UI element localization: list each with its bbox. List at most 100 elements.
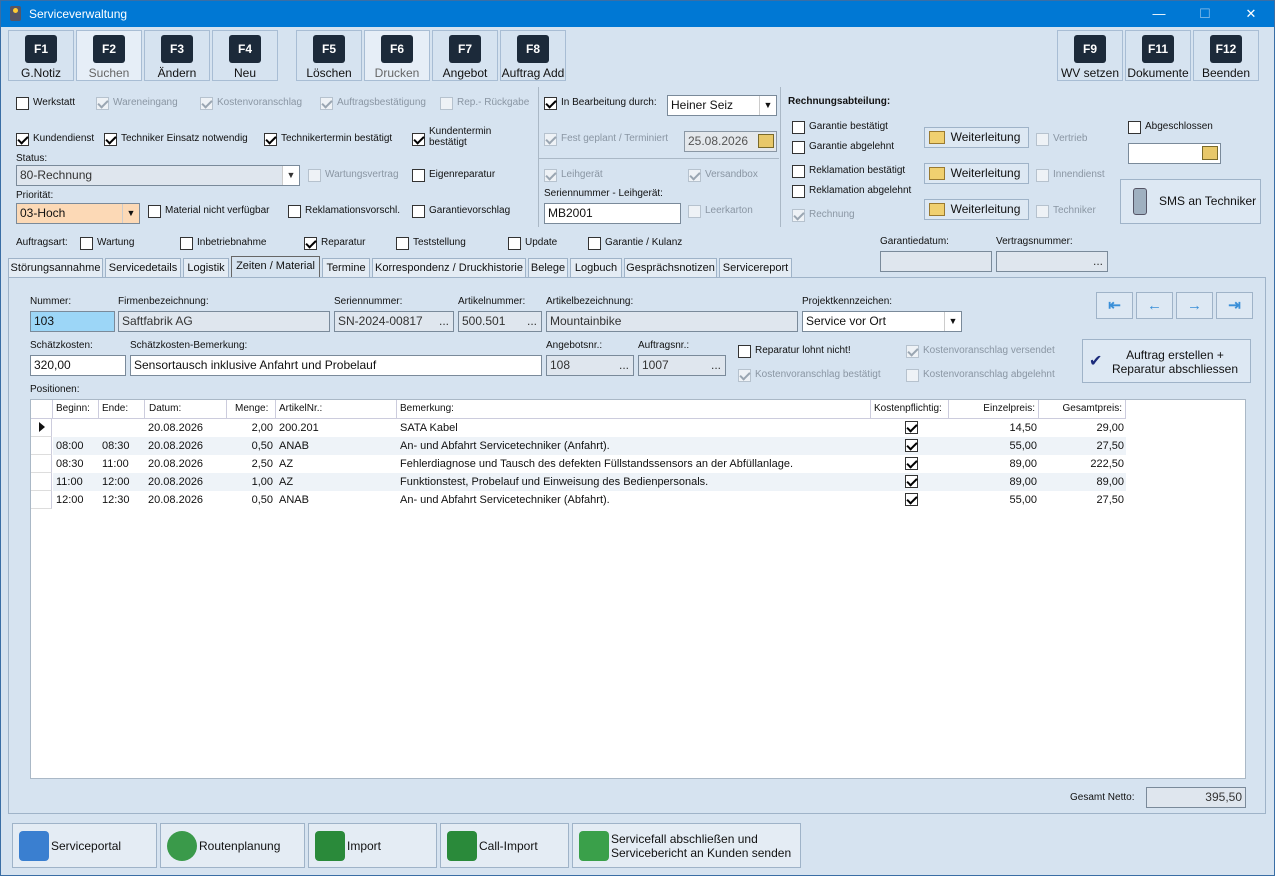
tab-logbuch[interactable]: Logbuch	[570, 258, 622, 277]
artikelnummer-field[interactable]: 500.501...	[458, 311, 542, 332]
f3-aendern-button[interactable]: F3 Ändern	[144, 30, 210, 81]
weiterleitung-vertrieb-button[interactable]: Weiterleitung	[924, 127, 1029, 148]
col-gesamtpreis[interactable]: Gesamtpreis:	[1039, 400, 1126, 419]
f1-gnotiz-button[interactable]: F1 G.Notiz	[8, 30, 74, 81]
cell-kostenpflichtig-checkbox[interactable]	[905, 439, 918, 452]
lookup-dots[interactable]: ...	[527, 312, 537, 331]
f2-suchen-button[interactable]: F2 Suchen	[76, 30, 142, 81]
wareneingang-checkbox[interactable]: Wareneingang	[96, 97, 178, 110]
leihgeraet-checkbox[interactable]: Leihgerät	[544, 169, 603, 182]
abgeschlossen-checkbox[interactable]: Abgeschlossen	[1128, 121, 1213, 134]
cell-datum[interactable]: 20.08.2026	[148, 455, 203, 473]
projektkennzeichen-select[interactable]: Service vor Ort ▼	[802, 311, 962, 332]
row-indicator[interactable]	[31, 419, 52, 437]
cell-kostenpflichtig-checkbox[interactable]	[905, 457, 918, 470]
seriennummer-leihgeraet-input[interactable]: MB2001	[544, 203, 681, 224]
garantie-abgelehnt-checkbox[interactable]: Garantie abgelehnt	[792, 141, 894, 154]
cell-gesamtpreis[interactable]: 27,50	[1042, 437, 1124, 455]
schaetzkosten-bemerkung-field[interactable]: Sensortausch inklusive Anfahrt und Probe…	[130, 355, 542, 376]
cell-gesamtpreis[interactable]: 89,00	[1042, 473, 1124, 491]
routenplanung-button[interactable]: Routenplanung	[160, 823, 305, 868]
table-row[interactable]: 08:00 08:30 20.08.2026 0,50 ANAB An- und…	[53, 437, 1126, 455]
status-select[interactable]: 80-Rechnung ▼	[16, 165, 300, 186]
reparatur-checkbox[interactable]: Reparatur	[304, 237, 365, 250]
table-row[interactable]: 12:00 12:30 20.08.2026 0,50 ANAB An- und…	[53, 491, 1126, 509]
eigenreparatur-checkbox[interactable]: Eigenreparatur	[412, 169, 495, 182]
last-record-icon[interactable]: ⇥	[1216, 292, 1253, 319]
garantiedatum-field[interactable]	[880, 251, 992, 272]
f5-loeschen-button[interactable]: F5 Löschen	[296, 30, 362, 81]
techniker-einsatz-checkbox[interactable]: Techniker Einsatz notwendig	[104, 133, 248, 146]
rep-rueckgabe-checkbox[interactable]: Rep.- Rückgabe	[440, 97, 529, 110]
technikertermin-checkbox[interactable]: Technikertermin bestätigt	[264, 133, 392, 146]
next-record-icon[interactable]: →	[1176, 292, 1213, 319]
col-kostenpflichtig[interactable]: Kostenpflichtig:	[871, 400, 949, 419]
auftragsbestaetigung-checkbox[interactable]: Auftragsbestätigung	[320, 97, 426, 110]
techniker-checkbox[interactable]: Techniker	[1036, 205, 1096, 218]
cell-menge[interactable]: 2,00	[227, 419, 273, 437]
garantie-kulanz-checkbox[interactable]: Garantie / Kulanz	[588, 237, 682, 250]
table-row[interactable]: 20.08.2026 2,00 200.201 SATA Kabel 14,50…	[53, 419, 1126, 437]
cell-artikelnr[interactable]: ANAB	[279, 491, 309, 509]
bearbeiter-select[interactable]: Heiner Seiz ▼	[667, 95, 777, 116]
f8-auftrag-add-button[interactable]: F8 Auftrag Add	[500, 30, 566, 81]
update-checkbox[interactable]: Update	[508, 237, 557, 250]
reklamation-abgelehnt-checkbox[interactable]: Reklamation abgelehnt	[792, 185, 911, 198]
fest-geplant-checkbox[interactable]: Fest geplant / Terminiert	[544, 133, 668, 146]
close-button[interactable]: ✕	[1228, 1, 1274, 27]
leerkarton-checkbox[interactable]: Leerkarton	[688, 205, 753, 218]
col-einzelpreis[interactable]: Einzelpreis:	[949, 400, 1039, 419]
cell-menge[interactable]: 0,50	[227, 437, 273, 455]
lookup-dots[interactable]: ...	[439, 312, 449, 331]
f7-angebot-button[interactable]: F7 Angebot	[432, 30, 498, 81]
auftragsnr-field[interactable]: 1007...	[638, 355, 726, 376]
row-indicator[interactable]	[31, 473, 52, 491]
vertragsnummer-field[interactable]: ...	[996, 251, 1108, 272]
cell-einzelpreis[interactable]: 14,50	[952, 419, 1037, 437]
abgeschlossen-date-field[interactable]	[1128, 143, 1221, 164]
f12-beenden-button[interactable]: F12 Beenden	[1193, 30, 1259, 81]
teststellung-checkbox[interactable]: Teststellung	[396, 237, 466, 250]
cell-bemerkung[interactable]: Fehlerdiagnose und Tausch des defekten F…	[400, 455, 870, 473]
wartungsvertrag-checkbox[interactable]: Wartungsvertrag	[308, 169, 399, 182]
cell-beginn[interactable]: 12:00	[56, 491, 84, 509]
col-beginn[interactable]: Beginn:	[53, 400, 99, 419]
nummer-field[interactable]: 103	[30, 311, 115, 332]
tab-termine[interactable]: Termine	[322, 258, 370, 277]
serviceportal-button[interactable]: Serviceportal	[12, 823, 157, 868]
first-record-icon[interactable]: ⇤	[1096, 292, 1133, 319]
tab-stoerungsannahme[interactable]: Störungsannahme	[8, 258, 103, 277]
werkstatt-checkbox[interactable]: Werkstatt	[16, 97, 75, 110]
cell-gesamtpreis[interactable]: 29,00	[1042, 419, 1124, 437]
lookup-dots[interactable]: ...	[711, 356, 721, 375]
kva-versendet-checkbox[interactable]: Kostenvoranschlag versendet	[906, 345, 1055, 358]
lookup-dots[interactable]: ...	[1093, 252, 1103, 271]
firma-field[interactable]: Saftfabrik AG	[118, 311, 330, 332]
cell-bemerkung[interactable]: Funktionstest, Probelauf und Einweisung …	[400, 473, 870, 491]
reklamationsvorschl-checkbox[interactable]: Reklamationsvorschl.	[288, 205, 400, 218]
row-indicator[interactable]	[31, 491, 52, 509]
tab-gespraechsnotizen[interactable]: Gesprächsnotizen	[624, 258, 717, 277]
angebotsnr-field[interactable]: 108...	[546, 355, 634, 376]
wartung-checkbox[interactable]: Wartung	[80, 237, 134, 250]
reklamation-bestaetigt-checkbox[interactable]: Reklamation bestätigt	[792, 165, 905, 178]
tab-servicereport[interactable]: Servicereport	[719, 258, 792, 277]
cell-kostenpflichtig-checkbox[interactable]	[905, 493, 918, 506]
cell-beginn[interactable]: 08:00	[56, 437, 84, 455]
cell-datum[interactable]: 20.08.2026	[148, 419, 203, 437]
cell-artikelnr[interactable]: AZ	[279, 473, 293, 491]
tab-servicedetails[interactable]: Servicedetails	[105, 258, 181, 277]
table-row[interactable]: 08:30 11:00 20.08.2026 2,50 AZ Fehlerdia…	[53, 455, 1126, 473]
tab-logistik[interactable]: Logistik	[183, 258, 229, 277]
seriennummer-field[interactable]: SN-2024-00817...	[334, 311, 454, 332]
call-import-button[interactable]: Call-Import	[440, 823, 569, 868]
kundendienst-checkbox[interactable]: Kundendienst	[16, 133, 94, 146]
versandbox-checkbox[interactable]: Versandbox	[688, 169, 758, 182]
cell-artikelnr[interactable]: 200.201	[279, 419, 319, 437]
cell-artikelnr[interactable]: ANAB	[279, 437, 309, 455]
table-row[interactable]: 11:00 12:00 20.08.2026 1,00 AZ Funktions…	[53, 473, 1126, 491]
weiterleitung-techniker-button[interactable]: Weiterleitung	[924, 199, 1029, 220]
cell-datum[interactable]: 20.08.2026	[148, 473, 203, 491]
cell-einzelpreis[interactable]: 55,00	[952, 491, 1037, 509]
artikelbezeichnung-field[interactable]: Mountainbike	[546, 311, 798, 332]
